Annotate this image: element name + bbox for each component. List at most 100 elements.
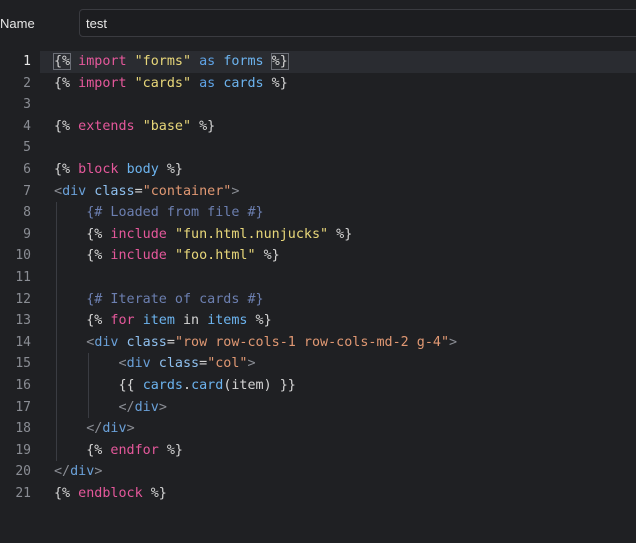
code-token: "row row-cols-1 row-cols-md-2 g-4" [174, 334, 450, 350]
code-token: "base" [142, 118, 192, 134]
indent-guide [56, 245, 57, 267]
code-line[interactable]: <div class="row row-cols-1 row-cols-md-2… [54, 331, 636, 354]
code-token: item [142, 313, 175, 329]
code-token: as [191, 54, 224, 69]
code-token: div [62, 183, 87, 199]
code-token: = [166, 334, 175, 350]
code-token: cards [142, 377, 183, 393]
code-token: </ [86, 421, 103, 437]
code-token: %} [150, 485, 167, 501]
line-number: 2 [23, 75, 31, 91]
code-token: > [94, 464, 103, 480]
code-token: div [70, 464, 95, 480]
code-token: "forms" [134, 54, 192, 69]
code-line[interactable]: {% import "forms" as forms %} [52, 51, 636, 73]
code-token: items [207, 313, 248, 329]
code-token: < [118, 356, 127, 372]
code-token: {% [86, 226, 103, 242]
code-token: {% [54, 485, 71, 501]
code-token: "container" [142, 183, 232, 199]
code-token: . [183, 377, 192, 393]
code-token: forms [223, 54, 264, 69]
indent-guide [56, 439, 57, 462]
line-number: 13 [15, 313, 31, 329]
code-line[interactable]: {% endfor %} [54, 439, 636, 462]
code-token: %} [263, 75, 288, 91]
code-line[interactable]: </div> [54, 461, 636, 483]
code-line[interactable] [54, 137, 636, 159]
code-line[interactable]: {% endblock %} [54, 483, 636, 505]
code-token: "fun.html.nunjucks" [174, 226, 329, 242]
code-token: %} [247, 313, 272, 329]
code-line[interactable]: <div class="col"> [54, 353, 636, 375]
line-number: 3 [23, 97, 31, 113]
code-token: div [134, 399, 159, 415]
code-line[interactable]: </div> [54, 396, 636, 419]
code-editor[interactable]: 1 2 3 4 5 6 7 8 9 10 11 12 13 14 15 16 17 18 19 20 21 {% imp… [0, 50, 636, 543]
code-token: "cards" [134, 75, 192, 91]
indent-guide [56, 396, 57, 419]
line-number-gutter: 1 2 3 4 5 6 7 8 9 10 11 12 13 14 15 16 17 18 19 20 21 [0, 51, 40, 504]
code-token: div [94, 334, 119, 350]
code-line[interactable]: {% include "foo.html" %} [54, 245, 636, 267]
code-token: = [134, 183, 143, 199]
code-token: %} [158, 161, 183, 177]
code-line[interactable]: </div> [54, 418, 636, 440]
code-token: > [231, 183, 240, 199]
name-input[interactable] [79, 9, 636, 37]
code-line[interactable]: {% extends "base" %} [54, 116, 636, 138]
indent-guide [56, 374, 57, 397]
code-token: extends [70, 118, 143, 134]
code-token: in [174, 313, 208, 329]
code-token: > [247, 356, 256, 372]
code-line[interactable]: {{ cards.card(item) }} [54, 374, 636, 397]
line-number: 6 [23, 161, 31, 177]
code-token: %} [255, 248, 280, 264]
line-number: 8 [23, 205, 31, 221]
line-number: 7 [23, 183, 31, 199]
code-line[interactable]: {# Iterate of cards #} [54, 288, 636, 311]
indent-guide [88, 353, 90, 375]
code-token: endfor [102, 442, 167, 458]
code-token: as [191, 75, 224, 91]
line-number: 10 [15, 248, 31, 264]
code-token: {% [86, 313, 103, 329]
line-number: 15 [15, 356, 31, 372]
code-token: div [102, 421, 127, 437]
line-number: 1 [23, 54, 31, 69]
code-token: {% [86, 248, 103, 264]
code-line[interactable]: {# Loaded from file #} [54, 202, 636, 224]
code-content[interactable]: {% import "forms" as forms %} {% import "… [52, 51, 636, 505]
code-line[interactable]: {% for item in items %} [54, 310, 636, 332]
code-line[interactable]: {% block body %} [54, 159, 636, 181]
line-number: 14 [15, 334, 31, 350]
line-number: 11 [15, 269, 31, 285]
code-token: "foo.html" [174, 248, 256, 264]
code-line[interactable] [54, 94, 636, 116]
line-number: 5 [23, 140, 31, 156]
indent-guide [56, 331, 57, 354]
code-token: > [158, 399, 167, 415]
code-line[interactable]: <div class="container"> [54, 181, 636, 203]
code-line[interactable] [54, 266, 636, 289]
line-number: 21 [15, 485, 31, 501]
code-token: {# Loaded from file #} [86, 205, 264, 221]
code-line[interactable]: {% import "cards" as cards %} [54, 73, 636, 95]
code-line[interactable]: {% include "fun.html.nunjucks" %} [54, 223, 636, 246]
code-token: include [102, 248, 175, 264]
indent-guide [88, 374, 90, 397]
code-token: %} [166, 442, 183, 458]
line-number: 12 [15, 291, 31, 307]
code-token: %} [270, 53, 289, 70]
code-token: < [54, 183, 63, 199]
line-number: 20 [15, 464, 31, 480]
code-token: class [150, 356, 200, 372]
indent-guide [56, 310, 57, 332]
code-token: import [70, 54, 135, 69]
